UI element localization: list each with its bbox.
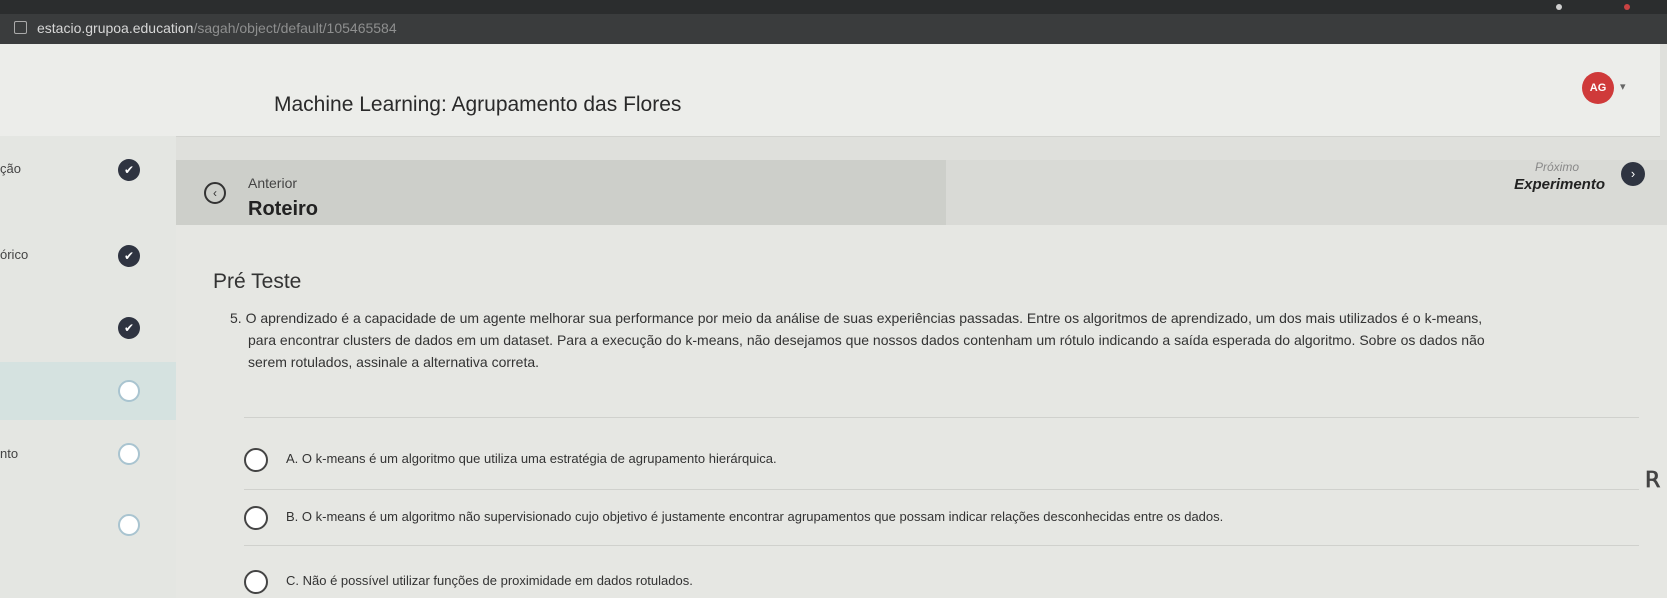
sidebar: ção ✔ órico ✔ ✔ nto — [0, 136, 176, 598]
page-header: Machine Learning: Agrupamento das Flores… — [0, 44, 1660, 137]
option-label: A. O k-means é um algoritmo que utiliza … — [286, 451, 777, 466]
question-line: 5. O aprendizado é a capacidade de um ag… — [230, 310, 1483, 326]
sidebar-item-label: órico — [0, 247, 29, 262]
previous-title: Roteiro — [248, 198, 318, 220]
sidebar-item-1[interactable]: ção ✔ — [0, 150, 176, 190]
main-content — [176, 225, 1667, 598]
sidebar-item-label: nto — [0, 446, 19, 461]
previous-label: Anterior — [248, 175, 298, 191]
window-close-dot-icon[interactable] — [1624, 4, 1630, 10]
sidebar-item-4[interactable] — [0, 362, 176, 420]
section-title: Pré Teste — [213, 270, 302, 293]
sidebar-item-5[interactable]: nto — [0, 435, 176, 475]
next-button[interactable]: Próximo Experimento › — [946, 160, 1667, 225]
option-label: B. O k-means é um algoritmo não supervis… — [286, 509, 1224, 524]
sidebar-item-label: ção — [0, 161, 21, 176]
url-domain: estacio.grupoa.education — [37, 20, 194, 36]
avatar[interactable]: AG — [1582, 72, 1614, 104]
option-c[interactable]: C. Não é possível utilizar funções de pr… — [244, 570, 1644, 596]
option-label: C. Não é possível utilizar funções de pr… — [286, 573, 693, 588]
sidebar-item-6[interactable] — [0, 506, 176, 546]
page-title: Machine Learning: Agrupamento das Flores — [274, 93, 682, 116]
check-icon: ✔ — [118, 245, 140, 267]
check-icon: ✔ — [118, 159, 140, 181]
option-a[interactable]: A. O k-means é um algoritmo que utiliza … — [244, 448, 1644, 474]
site-info-icon[interactable] — [14, 21, 27, 34]
radio-icon[interactable] — [244, 448, 268, 472]
chevron-right-icon: › — [1621, 162, 1645, 186]
side-panel-toggle-icon[interactable]: 𝖱 — [1645, 467, 1660, 493]
radio-icon[interactable] — [244, 570, 268, 594]
radio-icon[interactable] — [244, 506, 268, 530]
divider — [244, 545, 1639, 546]
url-path: /sagah/object/default/105465584 — [193, 20, 397, 36]
circle-icon — [118, 514, 140, 536]
window-dot-icon — [1556, 4, 1562, 10]
divider — [244, 489, 1639, 490]
chevron-left-icon: ‹ — [204, 182, 226, 204]
question-line: serem rotulados, assinale a alternativa … — [248, 354, 540, 370]
option-b[interactable]: B. O k-means é um algoritmo não supervis… — [244, 506, 1644, 532]
divider — [244, 417, 1639, 418]
next-label: Próximo — [1534, 160, 1579, 174]
lesson-navigation: ‹ Anterior Roteiro Próximo Experimento › — [176, 160, 1667, 225]
next-title: Experimento — [1514, 176, 1605, 193]
sidebar-item-3[interactable]: ✔ — [0, 308, 176, 348]
chevron-down-icon[interactable]: ▾ — [1620, 80, 1626, 93]
circle-icon — [118, 380, 140, 402]
question-line: para encontrar clusters de dados em um d… — [248, 332, 1485, 348]
url-text[interactable]: estacio.grupoa.education/sagah/object/de… — [14, 20, 397, 36]
check-icon: ✔ — [118, 317, 140, 339]
circle-icon — [118, 443, 140, 465]
sidebar-item-2[interactable]: órico ✔ — [0, 236, 176, 276]
question-text: 5. O aprendizado é a capacidade de um ag… — [230, 307, 1655, 373]
previous-button[interactable]: ‹ Anterior Roteiro — [176, 160, 946, 225]
